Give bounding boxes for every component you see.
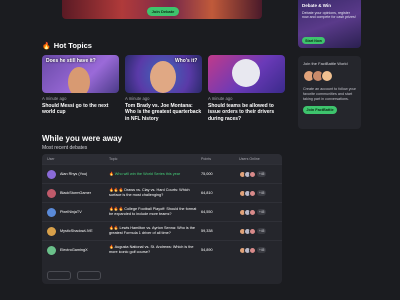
join-factbattle-button[interactable]: Join FactBattle (303, 106, 337, 115)
table-row[interactable]: ElectroGamingX 🔥 Augusta National vs. St.… (42, 240, 282, 259)
topic-time: A minute ago (42, 96, 67, 101)
topic-card[interactable]: Who's it? A minute ago Tom Brady vs. Joe… (125, 55, 202, 122)
hot-topics-cards: Does he still have it? A minute ago Shou… (42, 55, 285, 122)
next-page-button[interactable] (77, 271, 101, 280)
column-users-online: Users Online (239, 157, 260, 161)
flame-icon: 🔥🔥🔥 (109, 207, 124, 212)
join-text: Create an account to follow your favorit… (303, 87, 356, 101)
flame-icon: 🔥 (109, 171, 114, 176)
user-name: PixelNinjaTV (60, 210, 82, 214)
avatar (249, 208, 256, 216)
avatar (47, 188, 56, 198)
join-debate-button[interactable]: Join Debate (147, 7, 179, 16)
row-user: BlackStormGamer (42, 188, 109, 198)
row-users-online: +45 (239, 246, 282, 254)
topic-card[interactable]: A minute ago Should teams be allowed to … (208, 55, 285, 122)
row-points: 54,890 (201, 248, 213, 252)
hot-topics-title: 🔥 Hot Topics (42, 41, 92, 50)
avatar (47, 207, 56, 217)
avatar (249, 189, 256, 197)
avatar (47, 245, 56, 255)
join-panel: Join the FactBattle World Create an acco… (298, 56, 361, 129)
row-user: PixelNinjaTV (42, 207, 109, 217)
avatar (47, 169, 56, 179)
row-users-online: +45 (239, 227, 282, 235)
user-name: BlackStormGamer (60, 191, 92, 195)
table-row[interactable]: MysticShadowLIVE 🔥🔥 Lewis Hamilton vs. Ay… (42, 221, 282, 240)
column-topic: Topic (109, 156, 118, 161)
topic-caption: Does he still have it? (46, 58, 96, 64)
row-points: 75,000 (201, 172, 213, 176)
avatar (249, 227, 256, 235)
row-topic[interactable]: 🔥 Augusta National vs. St. Andrews: Whic… (109, 245, 201, 254)
avatar (321, 70, 333, 82)
topic-text: Augusta National vs. St. Andrews: Which … (109, 245, 194, 254)
row-topic[interactable]: 🔥🔥 Lewis Hamilton vs. Ayrton Senna: Who … (109, 226, 201, 235)
table-row[interactable]: BlackStormGamer 🔥🔥🔥 Draws vs. Clay vs. Ha… (42, 183, 282, 202)
avatar (47, 226, 56, 236)
row-user: Alan Rhys (You) (42, 169, 109, 179)
table-row[interactable]: Alan Rhys (You) 🔥 Who will win the World … (42, 164, 282, 183)
start-now-button[interactable]: Start Now (302, 37, 325, 44)
character-illustration (68, 67, 90, 93)
online-count-badge: +45 (257, 209, 267, 215)
online-count-badge: +45 (257, 190, 267, 196)
join-title: Join the FactBattle World (303, 61, 348, 66)
hot-topics-label: Hot Topics (53, 41, 92, 50)
avatar (249, 170, 256, 178)
character-illustration (232, 59, 260, 87)
flame-icon: 🔥🔥 (109, 226, 119, 231)
flame-icon: 🔥🔥🔥 (109, 188, 124, 193)
promo-panel: Debate & Win Debate your opinions, regis… (298, 0, 361, 48)
promo-text: Debate your opinions, register now and c… (302, 10, 356, 20)
column-user: User (47, 157, 55, 161)
row-user: ElectroGamingX (42, 245, 109, 255)
table-row[interactable]: PixelNinjaTV 🔥🔥🔥 College Football Playoff… (42, 202, 282, 221)
row-topic[interactable]: 🔥 Who will win the World Series this yea… (109, 172, 201, 177)
topic-thumbnail: Who's it? (125, 55, 202, 93)
row-points: 59,338 (201, 229, 213, 233)
topic-headline: Should teams be allowed to issue orders … (208, 103, 275, 122)
topic-headline: Tom Brady vs. Joe Montana: Who is the gr… (125, 103, 202, 122)
topic-card[interactable]: Does he still have it? A minute ago Shou… (42, 55, 119, 122)
table-header: User Topic Points Users Online (42, 154, 282, 164)
avatar-group (303, 70, 356, 82)
topic-thumbnail: Does he still have it? (42, 55, 119, 93)
topic-time: A minute ago (208, 96, 233, 101)
pagination (47, 271, 101, 280)
row-points: 64,810 (201, 191, 213, 195)
row-points: 64,550 (201, 210, 213, 214)
topic-text: Who will win the World Series this year (114, 171, 181, 176)
user-name: ElectroGamingX (60, 248, 88, 252)
previous-page-button[interactable] (47, 271, 71, 280)
topic-caption: Who's it? (175, 58, 198, 64)
row-users-online: +45 (239, 208, 282, 216)
character-illustration (150, 61, 176, 93)
row-topic[interactable]: 🔥🔥🔥 Draws vs. Clay vs. Hard Courts: Whic… (109, 188, 201, 197)
online-count-badge: +45 (257, 171, 267, 177)
user-name: MysticShadowLIVE (60, 229, 93, 233)
topic-headline: Should Messi go to the next world cup (42, 103, 109, 116)
hero-banner: Join Debate (62, 0, 262, 19)
topic-text: College Football Playoff: Should the for… (109, 207, 197, 216)
promo-title: Debate & Win (302, 3, 331, 8)
row-users-online: +45 (239, 170, 282, 178)
topic-thumbnail (208, 55, 285, 93)
away-subtitle: Most recent debates (42, 145, 88, 151)
user-name: Alan Rhys (You) (60, 172, 88, 176)
topic-time: A minute ago (125, 96, 150, 101)
row-users-online: +45 (239, 189, 282, 197)
row-user: MysticShadowLIVE (42, 226, 109, 236)
flame-icon: 🔥 (42, 42, 51, 50)
online-count-badge: +45 (257, 247, 267, 253)
online-count-badge: +45 (257, 228, 267, 234)
topic-text: Lewis Hamilton vs. Ayrton Senna: Who is … (109, 226, 196, 235)
row-topic[interactable]: 🔥🔥🔥 College Football Playoff: Should the… (109, 207, 201, 216)
column-points: Points (201, 157, 211, 161)
avatar (249, 246, 256, 254)
flame-icon: 🔥 (109, 245, 114, 250)
away-title: While you were away (42, 134, 123, 143)
debates-table: User Topic Points Users Online Alan Rhys… (42, 154, 282, 284)
